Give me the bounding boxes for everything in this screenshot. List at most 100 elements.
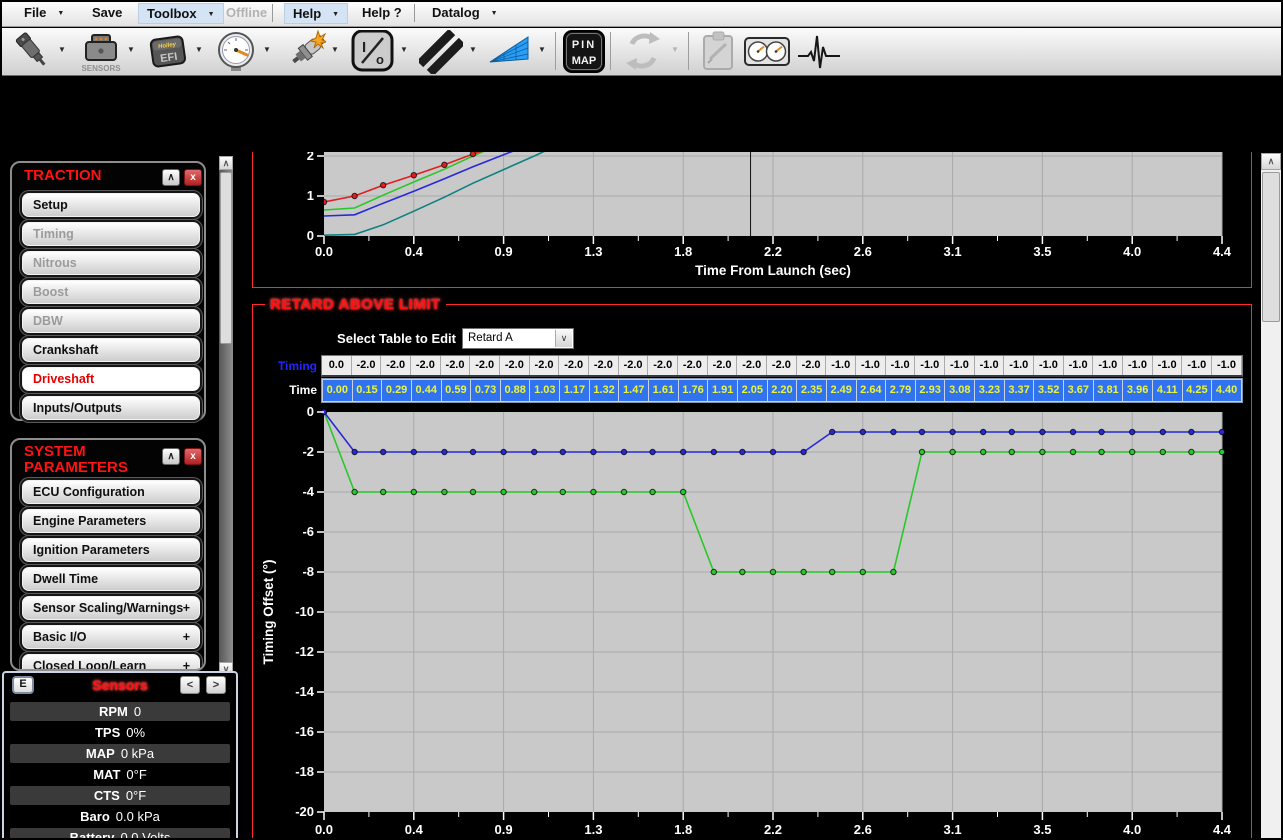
close-icon[interactable]: x <box>184 169 202 186</box>
timing-cell[interactable]: -2.0 <box>441 356 471 375</box>
chevron-down-icon[interactable]: ∨ <box>555 330 572 347</box>
scroll-up-button[interactable]: ∧ <box>219 156 233 170</box>
traction-driveshaft-button[interactable]: Driveshaft <box>22 367 200 391</box>
table-select-dropdown[interactable]: Retard A ∨ <box>462 328 574 349</box>
time-cell[interactable]: 4.40 <box>1212 380 1241 401</box>
timing-cell[interactable]: -1.0 <box>945 356 975 375</box>
time-cell[interactable]: 0.88 <box>501 380 530 401</box>
time-cell[interactable]: 3.96 <box>1123 380 1152 401</box>
time-cell[interactable]: 0.73 <box>471 380 500 401</box>
timing-cell[interactable]: -1.0 <box>1212 356 1242 375</box>
timing-cell[interactable]: -1.0 <box>1153 356 1183 375</box>
efi-module-icon[interactable]: Holley EFI <box>145 30 191 74</box>
timing-cell[interactable]: -2.0 <box>797 356 827 375</box>
pin-map-button[interactable]: PIN MAP <box>562 30 606 74</box>
timing-cell[interactable]: -2.0 <box>767 356 797 375</box>
sysparam-ignition-parameters-button[interactable]: Ignition Parameters <box>22 538 200 562</box>
timing-cell[interactable]: -2.0 <box>708 356 738 375</box>
spark-plug-icon[interactable] <box>282 30 326 74</box>
time-cell[interactable]: 1.03 <box>530 380 559 401</box>
timing-cell[interactable]: -1.0 <box>1093 356 1123 375</box>
fuel-injector-icon[interactable] <box>10 30 56 74</box>
scrollbar-thumb[interactable] <box>1262 172 1280 322</box>
dropdown-arrow[interactable]: ▼ <box>538 45 546 54</box>
timing-cell[interactable]: -2.0 <box>619 356 649 375</box>
dropdown-arrow[interactable]: ▼ <box>195 45 203 54</box>
menu-item-help[interactable]: Help ? <box>354 3 410 24</box>
timing-cell[interactable]: -2.0 <box>470 356 500 375</box>
timing-cell[interactable]: -2.0 <box>737 356 767 375</box>
sysparam-engine-parameters-button[interactable]: Engine Parameters <box>22 509 200 533</box>
time-cell[interactable]: 3.08 <box>945 380 974 401</box>
time-cell[interactable]: 0.15 <box>353 380 382 401</box>
dropdown-arrow[interactable]: ▼ <box>263 45 271 54</box>
timing-cell[interactable]: -1.0 <box>856 356 886 375</box>
timing-cell[interactable]: -2.0 <box>648 356 678 375</box>
time-cell[interactable]: 1.76 <box>679 380 708 401</box>
scrollbar-thumb[interactable] <box>220 172 232 344</box>
time-cell[interactable]: 2.93 <box>916 380 945 401</box>
io-icon[interactable]: I o <box>350 30 394 74</box>
menu-item-help[interactable]: Help▼ <box>284 3 348 24</box>
collapse-icon[interactable]: ∧ <box>162 448 180 465</box>
timing-cell[interactable]: -1.0 <box>1034 356 1064 375</box>
gauge-icon[interactable] <box>214 30 258 74</box>
timing-cell[interactable]: -1.0 <box>975 356 1005 375</box>
timing-cell[interactable]: -1.0 <box>1123 356 1153 375</box>
time-cell[interactable]: 0.00 <box>323 380 352 401</box>
timing-cell[interactable]: -1.0 <box>1182 356 1212 375</box>
timing-cell[interactable]: -2.0 <box>411 356 441 375</box>
mesh-table-icon[interactable] <box>487 30 533 74</box>
close-icon[interactable]: x <box>184 448 202 465</box>
menu-item-save[interactable]: Save <box>84 3 130 24</box>
pulse-icon[interactable] <box>796 30 842 74</box>
timing-cell[interactable]: -1.0 <box>1004 356 1034 375</box>
time-cell[interactable]: 4.11 <box>1153 380 1182 401</box>
time-cell[interactable]: 2.20 <box>768 380 797 401</box>
prev-page-button[interactable]: < <box>180 676 200 694</box>
time-cell[interactable]: 4.25 <box>1183 380 1212 401</box>
menu-item-datalog[interactable]: Datalog▼ <box>424 3 506 24</box>
menu-item-toolbox[interactable]: Toolbox▼ <box>138 3 224 24</box>
time-cell[interactable]: 2.35 <box>797 380 826 401</box>
time-cell[interactable]: 3.37 <box>1005 380 1034 401</box>
time-cell[interactable]: 1.47 <box>619 380 648 401</box>
timing-cell[interactable]: -1.0 <box>886 356 916 375</box>
time-cell[interactable]: 2.49 <box>827 380 856 401</box>
time-cell[interactable]: 1.91 <box>708 380 737 401</box>
traction-inputs-outputs-button[interactable]: Inputs/Outputs <box>22 396 200 420</box>
sysparam-closed-loop-learn-button[interactable]: Closed Loop/Learn+ <box>22 654 200 671</box>
time-cell[interactable]: 2.05 <box>738 380 767 401</box>
time-cell[interactable]: 1.61 <box>649 380 678 401</box>
time-cell[interactable]: 1.17 <box>560 380 589 401</box>
time-cell[interactable]: 0.44 <box>412 380 441 401</box>
retard-chart[interactable]: 0.00.40.91.31.82.22.63.13.54.04.4Time Fr… <box>253 405 1251 840</box>
traction-crankshaft-button[interactable]: Crankshaft <box>22 338 200 362</box>
dropdown-arrow[interactable]: ▼ <box>331 45 339 54</box>
time-cell[interactable]: 3.67 <box>1064 380 1093 401</box>
sysparam-basic-i-o-button[interactable]: Basic I/O+ <box>22 625 200 649</box>
timing-cell[interactable]: -2.0 <box>530 356 560 375</box>
collapse-icon[interactable]: ∧ <box>162 169 180 186</box>
time-cell[interactable]: 2.79 <box>886 380 915 401</box>
time-cell[interactable]: 0.59 <box>442 380 471 401</box>
scroll-up-button[interactable]: ∧ <box>1261 153 1281 170</box>
timing-cell[interactable]: 0.0 <box>322 356 352 375</box>
dropdown-arrow[interactable]: ▼ <box>58 45 66 54</box>
timing-cell[interactable]: -2.0 <box>589 356 619 375</box>
stripes-icon[interactable] <box>419 30 463 74</box>
main-vertical-scrollbar[interactable]: ∧ ∨ <box>1261 153 1281 840</box>
timing-cell[interactable]: -1.0 <box>915 356 945 375</box>
time-cell[interactable]: 3.81 <box>1094 380 1123 401</box>
timing-cell[interactable]: -2.0 <box>381 356 411 375</box>
sidebar-scrollbar[interactable]: ∧ ∨ <box>219 156 233 676</box>
next-page-button[interactable]: > <box>206 676 226 694</box>
timing-cell[interactable]: -1.0 <box>1064 356 1094 375</box>
timing-cell[interactable]: -2.0 <box>352 356 382 375</box>
menu-item-file[interactable]: File▼ <box>16 3 72 24</box>
sensors-icon[interactable]: SENSORS <box>76 30 124 74</box>
dropdown-arrow[interactable]: ▼ <box>127 45 135 54</box>
timing-cell[interactable]: -2.0 <box>678 356 708 375</box>
traction-setup-button[interactable]: Setup <box>22 193 200 217</box>
sysparam-sensor-scaling-warnings-button[interactable]: Sensor Scaling/Warnings+ <box>22 596 200 620</box>
